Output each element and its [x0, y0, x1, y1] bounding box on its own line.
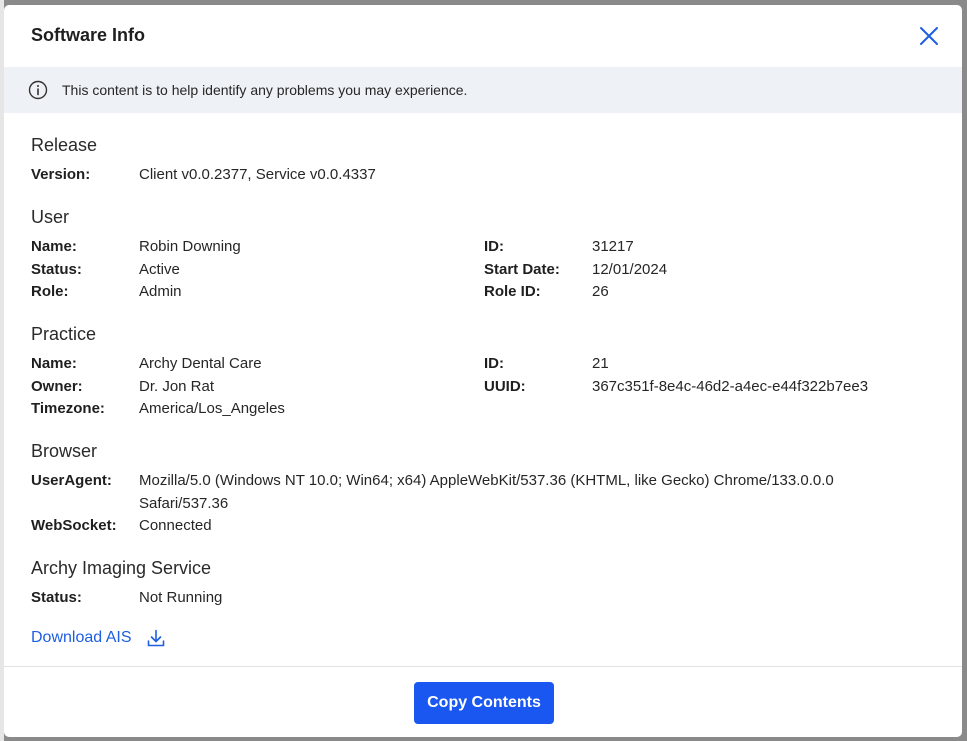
user-role-id-label: Role ID: — [484, 283, 541, 300]
user-name-value: Robin Downing — [139, 238, 241, 255]
download-ais-label: Download AIS — [31, 629, 132, 646]
close-icon — [920, 27, 938, 45]
websocket-value: Connected — [139, 517, 212, 534]
user-role-label: Role: — [31, 283, 69, 300]
practice-timezone-label: Timezone: — [31, 400, 105, 417]
user-id-label: ID: — [484, 238, 504, 255]
imaging-status-label: Status: — [31, 589, 82, 606]
websocket-label: WebSocket: — [31, 517, 117, 534]
practice-id-label: ID: — [484, 355, 504, 372]
download-ais-link[interactable]: Download AIS — [31, 628, 166, 648]
dialog-title: Software Info — [31, 25, 146, 45]
imaging-heading: Archy Imaging Service — [31, 558, 212, 578]
user-status-value: Active — [139, 261, 180, 278]
close-button[interactable] — [918, 25, 940, 47]
useragent-value: Mozilla/5.0 (Windows NT 10.0; Win64; x64… — [139, 472, 834, 512]
practice-timezone-value: America/Los_Angeles — [139, 400, 285, 417]
dialog-header: Software Info — [4, 5, 962, 67]
user-start-date-value: 12/01/2024 — [592, 261, 668, 278]
practice-owner-value: Dr. Jon Rat — [139, 378, 215, 395]
practice-name-value: Archy Dental Care — [139, 355, 262, 372]
info-banner: This content is to help identify any pro… — [4, 67, 962, 113]
user-heading: User — [31, 207, 70, 227]
version-value: Client v0.0.2377, Service v0.0.4337 — [139, 166, 376, 183]
user-id-value: 31217 — [592, 238, 634, 255]
browser-heading: Browser — [31, 441, 98, 461]
dialog-footer: Copy Contents — [4, 666, 962, 737]
useragent-label: UserAgent: — [31, 472, 112, 489]
user-status-label: Status: — [31, 261, 82, 278]
practice-name-label: Name: — [31, 355, 77, 372]
imaging-status-value: Not Running — [139, 589, 223, 606]
user-start-date-label: Start Date: — [484, 261, 560, 278]
user-name-label: Name: — [31, 238, 77, 255]
version-label: Version: — [31, 166, 91, 183]
practice-uuid-value: 367c351f-8e4c-46d2-a4ec-e44f322b7ee3 — [592, 378, 869, 395]
download-icon — [147, 629, 164, 647]
practice-id-value: 21 — [592, 355, 609, 372]
software-info-dialog: Software Info This content is to help id… — [4, 5, 962, 737]
practice-heading: Practice — [31, 324, 97, 344]
release-heading: Release — [31, 135, 98, 155]
banner-text: This content is to help identify any pro… — [62, 82, 468, 98]
user-role-value: Admin — [139, 283, 182, 300]
info-icon — [28, 80, 48, 100]
practice-owner-label: Owner: — [31, 378, 83, 395]
copy-contents-button[interactable]: Copy Contents — [414, 682, 554, 724]
practice-uuid-label: UUID: — [484, 378, 526, 395]
user-role-id-value: 26 — [592, 283, 609, 300]
